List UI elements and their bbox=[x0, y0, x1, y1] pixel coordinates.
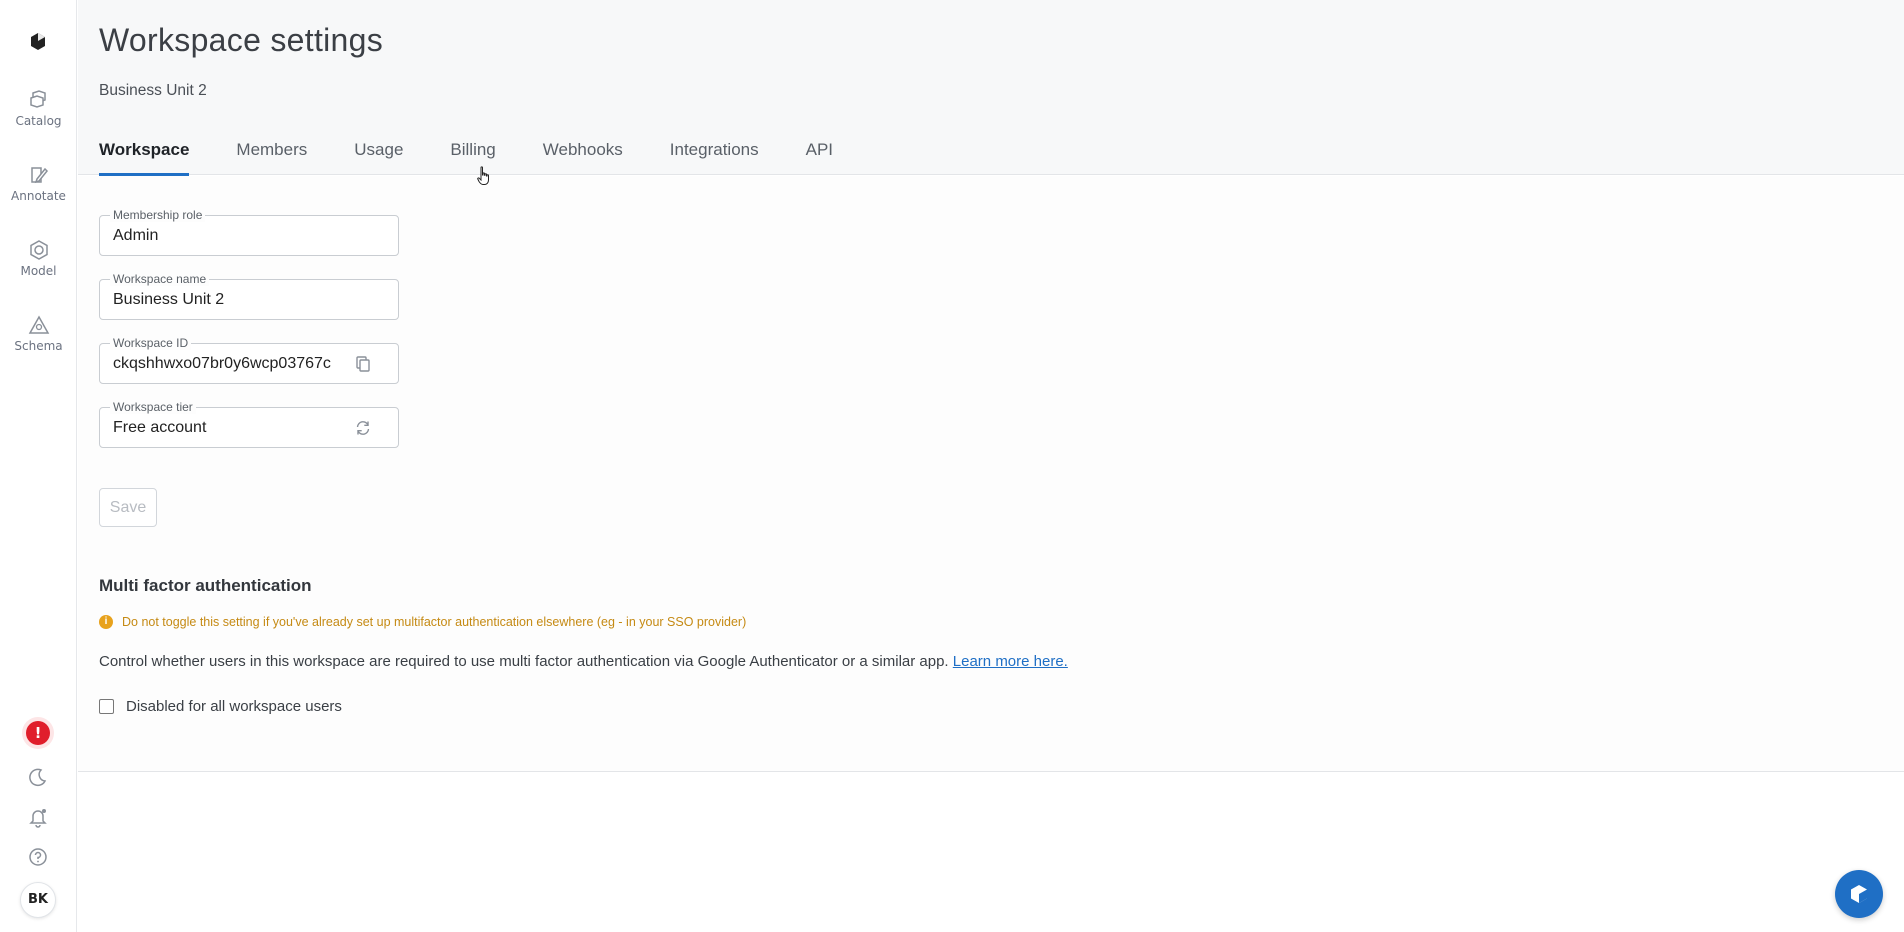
dark-mode-moon-icon[interactable] bbox=[26, 765, 50, 789]
workspace-name-field[interactable]: Workspace name Business Unit 2 bbox=[99, 272, 399, 320]
sidebar-item-schema[interactable]: Schema bbox=[0, 315, 77, 353]
workspace-name-label: Workspace name bbox=[110, 272, 210, 286]
workspace-subtitle: Business Unit 2 bbox=[99, 82, 207, 99]
workspace-tier-label: Workspace tier bbox=[110, 400, 196, 414]
sidebar-item-label: Catalog bbox=[15, 114, 62, 128]
model-icon bbox=[29, 240, 48, 260]
sidebar-item-label: Schema bbox=[14, 339, 63, 353]
help-icon[interactable] bbox=[26, 845, 50, 869]
mfa-section-title: Multi factor authentication bbox=[99, 576, 312, 595]
tab-usage[interactable]: Usage bbox=[354, 140, 403, 175]
schema-icon bbox=[28, 315, 49, 334]
sidebar-item-model[interactable]: Model bbox=[0, 240, 77, 278]
copy-icon[interactable] bbox=[354, 355, 372, 373]
app-logo-icon[interactable] bbox=[28, 31, 48, 53]
tab-workspace[interactable]: Workspace bbox=[99, 140, 190, 176]
sidebar-item-label: Model bbox=[20, 264, 57, 278]
error-alert-icon[interactable]: ! bbox=[26, 721, 50, 745]
sidebar-item-annotate[interactable]: Annotate bbox=[0, 165, 77, 203]
learn-more-link[interactable]: Learn more here. bbox=[953, 653, 1068, 670]
info-warning-icon: i bbox=[99, 615, 113, 629]
sidebar: Catalog Annotate Model Schema ! BK bbox=[0, 0, 77, 932]
page-header: Workspace settings Business Unit 2 Works… bbox=[78, 0, 1904, 176]
tab-api[interactable]: API bbox=[806, 140, 833, 175]
workspace-name-input[interactable]: Business Unit 2 bbox=[113, 291, 343, 309]
page-title: Workspace settings bbox=[99, 22, 384, 58]
sidebar-item-catalog[interactable]: Catalog bbox=[0, 90, 77, 128]
notifications-bell-icon[interactable] bbox=[26, 805, 50, 829]
avatar[interactable]: BK bbox=[20, 882, 56, 918]
mfa-toggle-row[interactable]: Disabled for all workspace users bbox=[99, 698, 342, 715]
mfa-warning: i Do not toggle this setting if you've a… bbox=[99, 615, 746, 629]
mfa-description: Control whether users in this workspace … bbox=[99, 653, 1068, 670]
membership-role-value[interactable]: Admin bbox=[113, 227, 343, 245]
tab-integrations[interactable]: Integrations bbox=[670, 140, 759, 175]
mfa-warning-text: Do not toggle this setting if you've alr… bbox=[122, 615, 747, 629]
workspace-tier-field[interactable]: Workspace tier Free account bbox=[99, 400, 399, 448]
tab-webhooks[interactable]: Webhooks bbox=[543, 140, 623, 175]
mfa-description-text: Control whether users in this workspace … bbox=[99, 653, 949, 670]
mfa-checkbox-label: Disabled for all workspace users bbox=[126, 698, 342, 715]
membership-role-field[interactable]: Membership role Admin bbox=[99, 208, 399, 256]
save-button[interactable]: Save bbox=[99, 488, 157, 527]
mfa-checkbox[interactable] bbox=[99, 699, 114, 714]
annotate-icon bbox=[30, 167, 48, 184]
hand-pointer-cursor-icon bbox=[477, 166, 489, 185]
tab-members[interactable]: Members bbox=[236, 140, 307, 175]
help-chat-button[interactable] bbox=[1835, 870, 1883, 918]
refresh-icon[interactable] bbox=[354, 419, 372, 437]
catalog-icon bbox=[29, 90, 46, 108]
app-logo-icon bbox=[1851, 885, 1867, 903]
workspace-settings-panel: Membership role Admin Workspace name Bus… bbox=[78, 176, 1904, 772]
workspace-id-value[interactable]: ckqshhwxo07br0y6wcp03767c bbox=[113, 355, 341, 373]
sidebar-item-label: Annotate bbox=[11, 189, 66, 203]
workspace-id-label: Workspace ID bbox=[110, 336, 192, 350]
workspace-tier-value[interactable]: Free account bbox=[113, 419, 343, 437]
membership-role-label: Membership role bbox=[110, 208, 206, 222]
workspace-id-field[interactable]: Workspace ID ckqshhwxo07br0y6wcp03767c bbox=[99, 336, 399, 384]
